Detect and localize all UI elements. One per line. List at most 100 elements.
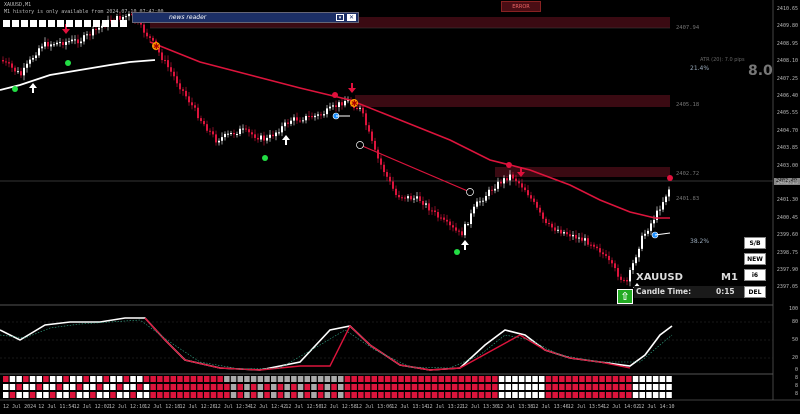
candle-body	[503, 178, 505, 184]
strength-cell	[324, 384, 331, 390]
strength-cell	[284, 392, 290, 398]
candle-body	[524, 187, 526, 191]
indicator-square	[84, 20, 91, 27]
zone-label-3: 2402.72	[676, 171, 700, 177]
strength-cell	[76, 384, 83, 390]
top-indicator-squares	[3, 20, 133, 28]
candle-body	[56, 42, 58, 45]
price-axis-tick: 2406.40	[776, 93, 798, 99]
strength-cell	[36, 392, 42, 398]
price-chart[interactable]: ✱✱	[0, 0, 800, 414]
candle-body	[482, 200, 484, 202]
candle-body	[248, 129, 250, 133]
candle-body	[200, 118, 202, 122]
strength-cell	[585, 392, 592, 398]
candle-body	[290, 120, 292, 124]
strength-cell	[518, 392, 525, 398]
candle-body	[245, 128, 247, 130]
strength-cell	[210, 384, 217, 390]
candle-body	[611, 260, 613, 264]
strength-cell	[384, 384, 391, 390]
strength-cell	[83, 376, 89, 382]
oscillator-axis-tick: 0	[794, 367, 798, 373]
strength-cell	[358, 384, 364, 390]
candle-body	[149, 36, 151, 38]
candle-body	[38, 48, 40, 56]
news-reader-bar[interactable]: news reader ▾ ✕	[132, 12, 359, 23]
strength-cell	[56, 392, 63, 398]
candle-body	[497, 181, 499, 189]
strength-cell	[63, 376, 69, 382]
candle-body	[446, 219, 448, 222]
strength-cell	[264, 392, 270, 398]
indicator-square	[120, 20, 127, 27]
candle-body	[260, 135, 262, 140]
strength-cell	[210, 392, 217, 398]
time-axis-tick: 12 Jul 13:46	[532, 404, 569, 410]
strength-cell	[512, 376, 518, 382]
del-button[interactable]: DEL	[744, 286, 766, 298]
strength-cell	[512, 392, 518, 398]
close-icon[interactable]: ✕	[347, 14, 356, 21]
indicator-square	[66, 20, 73, 27]
strength-cell	[116, 376, 123, 382]
strength-cell	[384, 376, 391, 382]
strength-cell	[646, 392, 652, 398]
news-reader-icon[interactable]: ▾	[336, 14, 344, 21]
candle-body	[581, 237, 583, 241]
strength-cell	[525, 384, 532, 390]
strength-cell	[311, 376, 317, 382]
strength-cell	[338, 384, 344, 390]
trend-anchor-start	[356, 141, 364, 149]
strength-cell	[317, 392, 324, 398]
strength-cell	[344, 392, 351, 398]
strength-cell	[431, 384, 438, 390]
strength-cell	[579, 392, 585, 398]
strength-cell	[224, 392, 230, 398]
strength-cell	[324, 376, 331, 382]
candle-body	[17, 71, 19, 73]
strength-cell	[565, 392, 572, 398]
candle-body	[68, 41, 70, 43]
strength-cell	[3, 392, 9, 398]
candle-body	[20, 71, 22, 76]
strength-cell	[16, 384, 22, 390]
sb-button[interactable]: S/B	[744, 237, 766, 249]
candle-body	[284, 122, 286, 127]
strength-cell	[599, 384, 605, 390]
candle-body	[164, 60, 166, 62]
price-axis-tick: 2398.75	[776, 249, 798, 256]
candle-body	[176, 76, 178, 84]
candle-body	[392, 181, 394, 189]
buy-signal-arrow-icon[interactable]: ⇧	[617, 289, 633, 304]
strength-cell	[592, 392, 599, 398]
symbol-line: XAUUSD,M1	[4, 2, 32, 8]
strength-cell	[338, 376, 344, 382]
strength-cell	[619, 384, 625, 390]
strength-cell	[612, 392, 619, 398]
candle-body	[230, 132, 232, 134]
candle-body	[206, 124, 208, 131]
oscillator-main-line	[0, 317, 673, 371]
strength-cell	[224, 376, 230, 382]
oscillator-axis-tick: 20	[791, 355, 798, 361]
strength-cell	[103, 384, 109, 390]
strength-cell	[170, 384, 176, 390]
strength-cell	[378, 384, 384, 390]
i6-button[interactable]: i6	[744, 269, 766, 281]
strength-cell	[351, 384, 357, 390]
candle-body	[26, 63, 28, 68]
candle-body	[617, 268, 619, 277]
candle-body	[83, 35, 85, 42]
candle-body	[233, 132, 235, 135]
fib-label-upper: 21.4%	[690, 65, 710, 72]
strength-cell	[425, 392, 431, 398]
strength-cell	[23, 384, 29, 390]
new-button[interactable]: NEW	[744, 253, 766, 265]
strength-axis-tick: 8	[794, 391, 798, 397]
strength-cell	[83, 384, 89, 390]
strength-cell	[545, 384, 552, 390]
strength-cell	[445, 376, 451, 382]
candle-body	[437, 212, 439, 218]
strength-cell	[76, 392, 83, 398]
